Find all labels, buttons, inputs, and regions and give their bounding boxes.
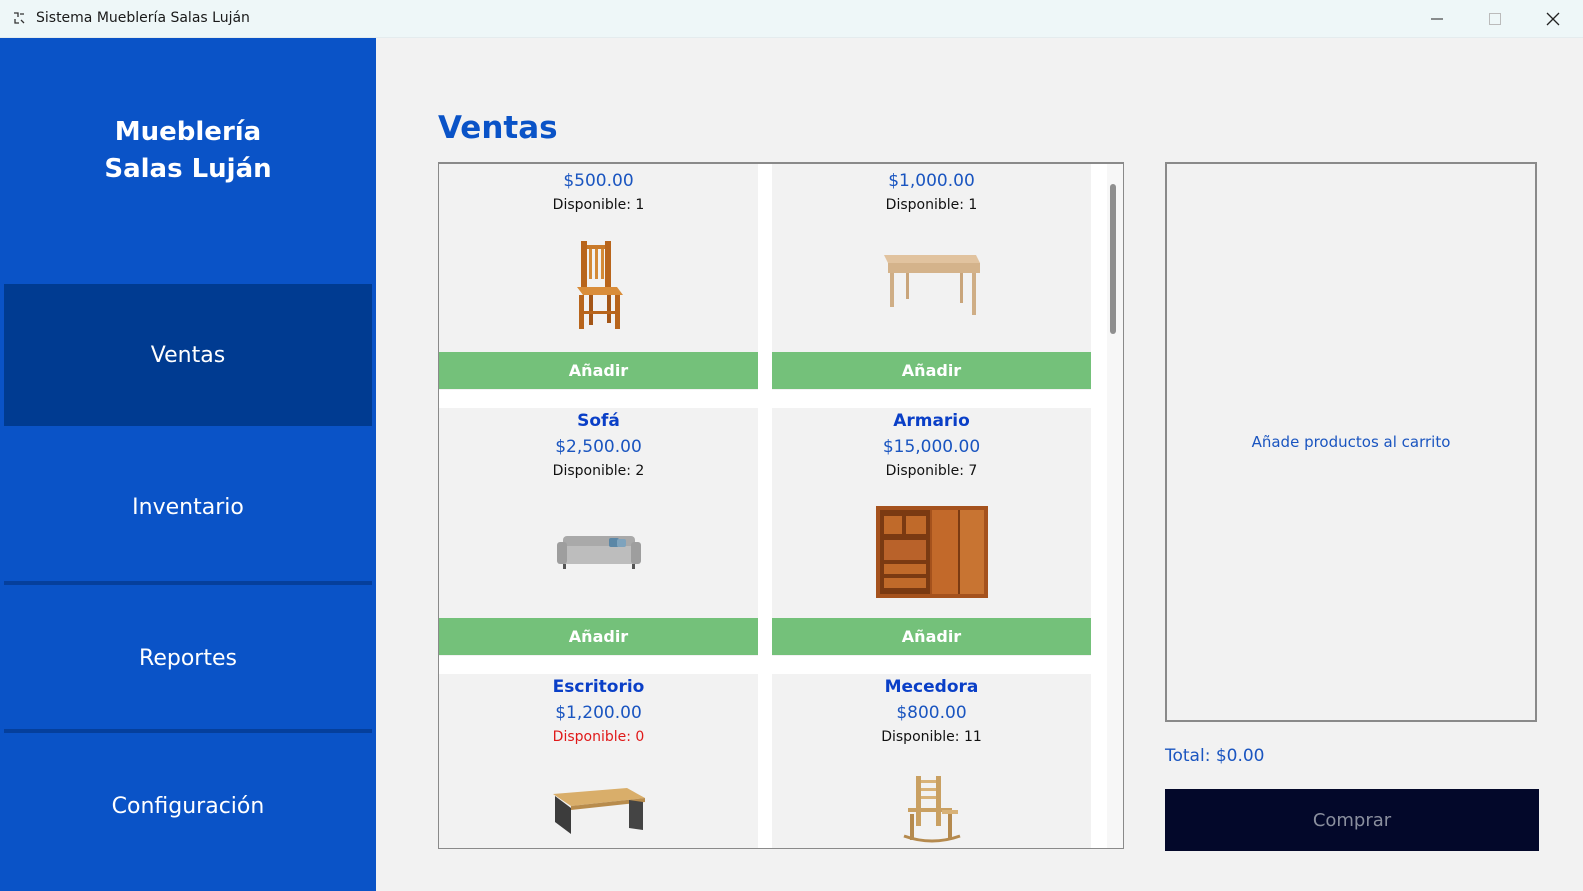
sidebar-item-inventario[interactable]: Inventario [4, 434, 372, 580]
product-name: Mecedora [884, 677, 979, 697]
product-card: $500.00 Disponible: 1 Añadir [439, 164, 758, 390]
sidebar-item-reportes[interactable]: Reportes [4, 585, 372, 731]
cart-empty-message: Añade productos al carrito [1251, 433, 1451, 451]
product-name: Escritorio [552, 677, 645, 697]
wooden-table-image [883, 255, 980, 315]
product-card: Mecedora $800.00 Disponible: 11 [772, 674, 1091, 848]
product-image [439, 486, 758, 618]
maximize-button[interactable] [1466, 0, 1524, 38]
gray-sofa-image [556, 536, 641, 569]
sidebar-item-ventas[interactable]: Ventas [4, 284, 372, 430]
product-name: Sofá [577, 411, 620, 431]
product-price: $1,200.00 [555, 703, 642, 723]
cart-total: Total: $0.00 [1165, 746, 1265, 766]
wooden-chair-image [576, 241, 623, 329]
product-grid[interactable]: $500.00 Disponible: 1 Añadir $1,000.00 D… [438, 162, 1124, 849]
minimize-button[interactable] [1408, 0, 1466, 38]
product-image [439, 754, 758, 848]
scrollbar-thumb[interactable] [1110, 184, 1116, 334]
product-stock: Disponible: 2 [552, 463, 645, 479]
page-title: Ventas [438, 110, 558, 146]
buy-button[interactable]: Comprar [1165, 789, 1539, 851]
product-image [772, 218, 1091, 352]
product-price: $2,500.00 [555, 437, 642, 457]
product-price: $500.00 [563, 171, 634, 191]
sidebar-item-configuracion[interactable]: Configuración [4, 733, 372, 879]
rocking-chair-image [902, 776, 961, 843]
product-image [772, 486, 1091, 618]
brand-line-2: Salas Luján [104, 154, 272, 184]
product-card: Sofá $2,500.00 Disponible: 2 Añadir [439, 408, 758, 656]
add-button[interactable]: Añadir [439, 352, 758, 389]
cart-panel: Añade productos al carrito [1165, 162, 1537, 722]
product-card: $1,000.00 Disponible: 1 Añadir [772, 164, 1091, 390]
sidebar-item-label: Inventario [132, 494, 244, 520]
window-title: Sistema Mueblería Salas Luján [36, 10, 250, 26]
maximize-icon [1489, 13, 1501, 25]
add-button[interactable]: Añadir [772, 618, 1091, 655]
product-stock: Disponible: 1 [885, 197, 978, 213]
sidebar-item-label: Configuración [111, 793, 265, 819]
product-stock: Disponible: 0 [552, 729, 645, 745]
product-stock: Disponible: 1 [552, 197, 645, 213]
add-button[interactable]: Añadir [772, 352, 1091, 389]
product-name: Armario [893, 411, 970, 431]
product-price: $800.00 [896, 703, 967, 723]
brand-title: Mueblería Salas Luján [0, 114, 376, 188]
sidebar-item-label: Ventas [150, 342, 226, 368]
window-titlebar: Sistema Mueblería Salas Luján [0, 0, 1583, 38]
wooden-wardrobe-image [875, 506, 988, 598]
product-image [772, 754, 1091, 848]
product-stock: Disponible: 11 [881, 729, 982, 745]
product-image [439, 218, 758, 352]
product-card: Armario $15,000.00 Disponible: 7 Añadir [772, 408, 1091, 656]
sidebar: Mueblería Salas Luján Ventas Inventario … [0, 38, 376, 891]
minimize-icon [1431, 18, 1443, 20]
brand-line-1: Mueblería [114, 117, 262, 147]
sidebar-item-label: Reportes [139, 645, 237, 671]
add-button[interactable]: Añadir [439, 618, 758, 655]
close-button[interactable] [1524, 0, 1582, 38]
product-price: $15,000.00 [882, 437, 981, 457]
app-icon [14, 12, 25, 24]
product-card: Escritorio $1,200.00 Disponible: 0 [439, 674, 758, 848]
product-stock: Disponible: 7 [885, 463, 978, 479]
close-icon [1546, 12, 1560, 26]
product-price: $1,000.00 [888, 171, 975, 191]
desk-image [552, 788, 645, 834]
